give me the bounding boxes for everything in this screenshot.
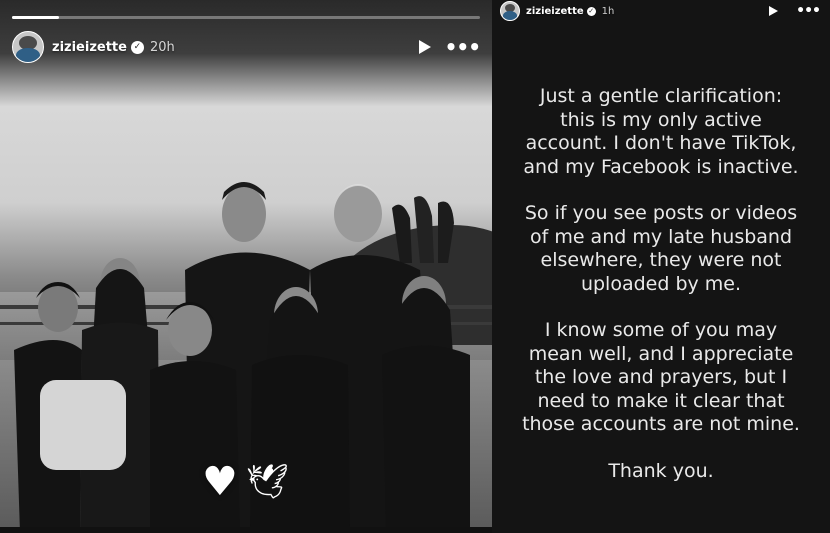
time-ago: 1h bbox=[601, 5, 615, 17]
heart-sticker: ♥ bbox=[202, 459, 238, 505]
message-paragraph: Just a gentle clarification: this is my … bbox=[523, 85, 799, 178]
story-header: zizieizette ✓ 20h ••• bbox=[12, 31, 481, 63]
username[interactable]: zizieizette bbox=[526, 6, 584, 17]
text-story[interactable]: zizieizette ✓ 1h ••• Just a gentle clari… bbox=[492, 0, 830, 533]
play-button[interactable] bbox=[418, 40, 431, 54]
message-paragraph: Thank you. bbox=[608, 459, 714, 482]
story-message: Just a gentle clarification: this is my … bbox=[522, 85, 800, 506]
verified-icon: ✓ bbox=[586, 6, 596, 16]
username[interactable]: zizieizette bbox=[52, 40, 127, 55]
photo-story[interactable]: zizieizette ✓ 20h ••• ♥ 🕊 bbox=[0, 0, 492, 533]
story-bottom-strip bbox=[0, 527, 492, 533]
story-stickers: ♥ 🕊 bbox=[202, 462, 289, 502]
dove-sticker: 🕊 bbox=[245, 462, 290, 502]
more-options-icon[interactable]: ••• bbox=[796, 4, 821, 18]
avatar[interactable] bbox=[500, 1, 520, 21]
message-paragraph: I know some of you may mean well, and I … bbox=[522, 319, 800, 435]
play-button[interactable] bbox=[769, 6, 779, 16]
story-progress-fill bbox=[12, 16, 59, 19]
more-options-icon[interactable]: ••• bbox=[445, 37, 481, 57]
avatar[interactable] bbox=[12, 31, 44, 63]
time-ago: 20h bbox=[149, 39, 175, 55]
story-progress-bar bbox=[12, 16, 480, 19]
verified-icon: ✓ bbox=[130, 40, 144, 54]
play-icon bbox=[769, 6, 779, 16]
play-icon bbox=[418, 40, 431, 54]
story-header: zizieizette ✓ 1h ••• bbox=[500, 1, 821, 21]
message-paragraph: So if you see posts or videos of me and … bbox=[524, 202, 798, 295]
